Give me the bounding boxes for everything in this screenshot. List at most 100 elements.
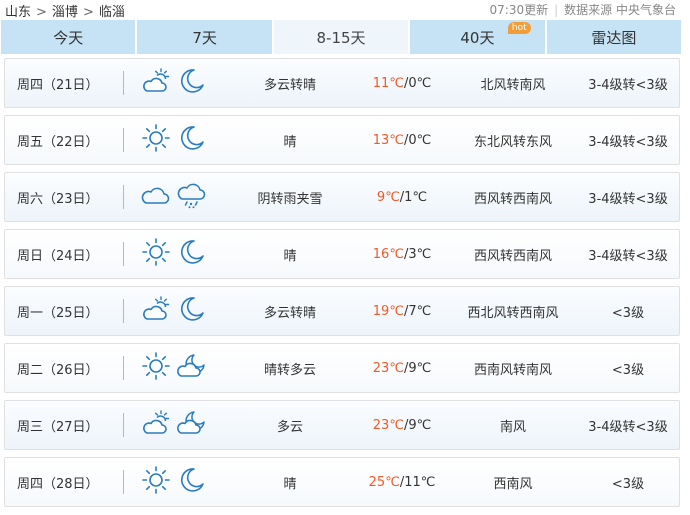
- temperature: 13℃/0℃: [356, 133, 448, 148]
- weather-icons: [124, 123, 224, 157]
- low-temp: /11℃: [399, 474, 436, 490]
- wind-level: 3-4级转<3级: [588, 419, 668, 435]
- partly-cloudy-icon: [141, 294, 171, 328]
- wind-direction: 东北风转东风: [473, 134, 552, 150]
- weather-condition: 阴转雨夹雪: [257, 191, 323, 207]
- cloud-icon: [141, 180, 171, 214]
- weather-condition: 多云转晴: [263, 77, 316, 93]
- meta-divider: |: [554, 3, 559, 17]
- forecast-row: 周四（28日） 晴 25℃/11℃ 西南风 <3级: [4, 457, 680, 507]
- low-temp: /7℃: [403, 303, 432, 319]
- wind-level: 3-4级转<3级: [588, 134, 668, 150]
- day-label: 周二（26日）: [17, 362, 99, 378]
- wind-direction: 西风转西南风: [473, 248, 552, 264]
- low-temp: /0℃: [403, 132, 432, 148]
- temperature: 23℃/9℃: [356, 418, 448, 433]
- temperature: 11℃/0℃: [356, 76, 448, 91]
- high-temp: 19℃: [372, 303, 404, 319]
- day-label: 周四（21日）: [17, 77, 99, 93]
- weather-icons: [124, 180, 224, 214]
- weather-icons: [124, 237, 224, 271]
- day-label: 周六（23日）: [17, 191, 99, 207]
- wind-direction: 南风: [499, 419, 526, 435]
- weather-condition: 晴: [283, 134, 297, 150]
- breadcrumb-district: 临淄: [98, 5, 125, 20]
- forecast-row: 周三（27日） 多云 23℃/9℃ 南风 3-4级转<3级: [4, 400, 680, 450]
- moon-icon: [177, 66, 207, 100]
- moon-icon: [177, 465, 207, 499]
- moon-icon: [177, 294, 207, 328]
- weather-condition: 晴转多云: [263, 362, 316, 378]
- forecast-row: 周日（24日） 晴 16℃/3℃ 西风转西南风 3-4级转<3级: [4, 229, 680, 279]
- high-temp: 11℃: [372, 75, 404, 91]
- day-label: 周五（22日）: [17, 134, 99, 150]
- tab-40-days[interactable]: 40天 hot: [410, 20, 545, 54]
- tab-label: 7天: [192, 28, 217, 47]
- weather-icons: [124, 465, 224, 499]
- tab-radar[interactable]: 雷达图: [546, 20, 682, 54]
- breadcrumb: 山东 > 淄博 > 临淄: [5, 1, 125, 20]
- low-temp: /0℃: [403, 75, 432, 91]
- low-temp: /9℃: [403, 360, 432, 376]
- weather-condition: 晴: [283, 248, 297, 264]
- temperature: 9℃/1℃: [356, 190, 448, 205]
- tab-8-15-days[interactable]: 8-15天: [273, 20, 409, 54]
- low-temp: /1℃: [399, 189, 428, 205]
- low-temp: /9℃: [403, 417, 432, 433]
- moon-icon: [177, 123, 207, 157]
- partly-cloudy-icon: [141, 408, 171, 442]
- wind-direction: 西北风转西南风: [467, 305, 559, 321]
- temperature: 25℃/11℃: [356, 475, 448, 490]
- cloudy-night-icon: [177, 408, 207, 442]
- wind-direction: 西南风: [493, 476, 533, 492]
- forecast-row: 周五（22日） 晴 13℃/0℃ 东北风转东风 3-4级转<3级: [4, 115, 680, 165]
- sun-icon: [141, 465, 171, 499]
- wind-level: <3级: [611, 305, 645, 321]
- forecast-tabs: 今天 7天 8-15天 40天 hot 雷达图: [1, 20, 682, 54]
- high-temp: 25℃: [368, 474, 400, 490]
- weather-icons: [124, 66, 224, 100]
- top-bar: 山东 > 淄博 > 临淄 07:30更新 | 数据来源 中央气象台: [0, 0, 690, 20]
- sleet-icon: [177, 180, 207, 214]
- breadcrumb-city[interactable]: 淄博: [52, 5, 78, 20]
- moon-icon: [177, 237, 207, 271]
- weather-condition: 晴: [283, 476, 297, 492]
- forecast-list: 周四（21日） 多云转晴 11℃/0℃ 北风转南风 3-4级转<3级 周五（22…: [4, 58, 680, 514]
- wind-direction: 西风转西南风: [473, 191, 552, 207]
- tab-today[interactable]: 今天: [1, 20, 136, 54]
- temperature: 16℃/3℃: [356, 247, 448, 262]
- tab-label: 今天: [53, 28, 84, 47]
- day-label: 周三（27日）: [17, 419, 99, 435]
- weather-icons: [124, 408, 224, 442]
- hot-badge: hot: [507, 22, 531, 34]
- temperature: 23℃/9℃: [356, 361, 448, 376]
- tab-label: 8-15天: [316, 28, 366, 47]
- weather-icons: [124, 351, 224, 385]
- high-temp: 23℃: [372, 417, 404, 433]
- update-info: 07:30更新 | 数据来源 中央气象台: [490, 1, 676, 18]
- temperature: 19℃/7℃: [356, 304, 448, 319]
- high-temp: 9℃: [376, 189, 400, 205]
- sun-icon: [141, 237, 171, 271]
- day-label: 周四（28日）: [17, 476, 99, 492]
- update-time: 07:30更新: [489, 3, 549, 17]
- forecast-row: 周六（23日） 阴转雨夹雪 9℃/1℃ 西风转西南风 3-4级转<3级: [4, 172, 680, 222]
- wind-level: 3-4级转<3级: [588, 248, 668, 264]
- partly-cloudy-icon: [141, 66, 171, 100]
- tab-7-days[interactable]: 7天: [137, 20, 272, 54]
- wind-direction: 西南风转南风: [473, 362, 552, 378]
- forecast-row: 周四（21日） 多云转晴 11℃/0℃ 北风转南风 3-4级转<3级: [4, 58, 680, 108]
- data-source: 数据来源 中央气象台: [564, 3, 676, 17]
- weather-condition: 多云转晴: [263, 305, 316, 321]
- wind-level: 3-4级转<3级: [588, 77, 668, 93]
- breadcrumb-separator: >: [82, 5, 94, 20]
- low-temp: /3℃: [403, 246, 432, 262]
- forecast-row: 周二（26日） 晴转多云 23℃/9℃ 西南风转南风 <3级: [4, 343, 680, 393]
- tab-label: 40天: [460, 28, 495, 47]
- wind-direction: 北风转南风: [480, 77, 546, 93]
- breadcrumb-province[interactable]: 山东: [5, 5, 31, 20]
- day-label: 周日（24日）: [17, 248, 99, 264]
- day-label: 周一（25日）: [17, 305, 99, 321]
- high-temp: 23℃: [372, 360, 404, 376]
- sun-icon: [141, 351, 171, 385]
